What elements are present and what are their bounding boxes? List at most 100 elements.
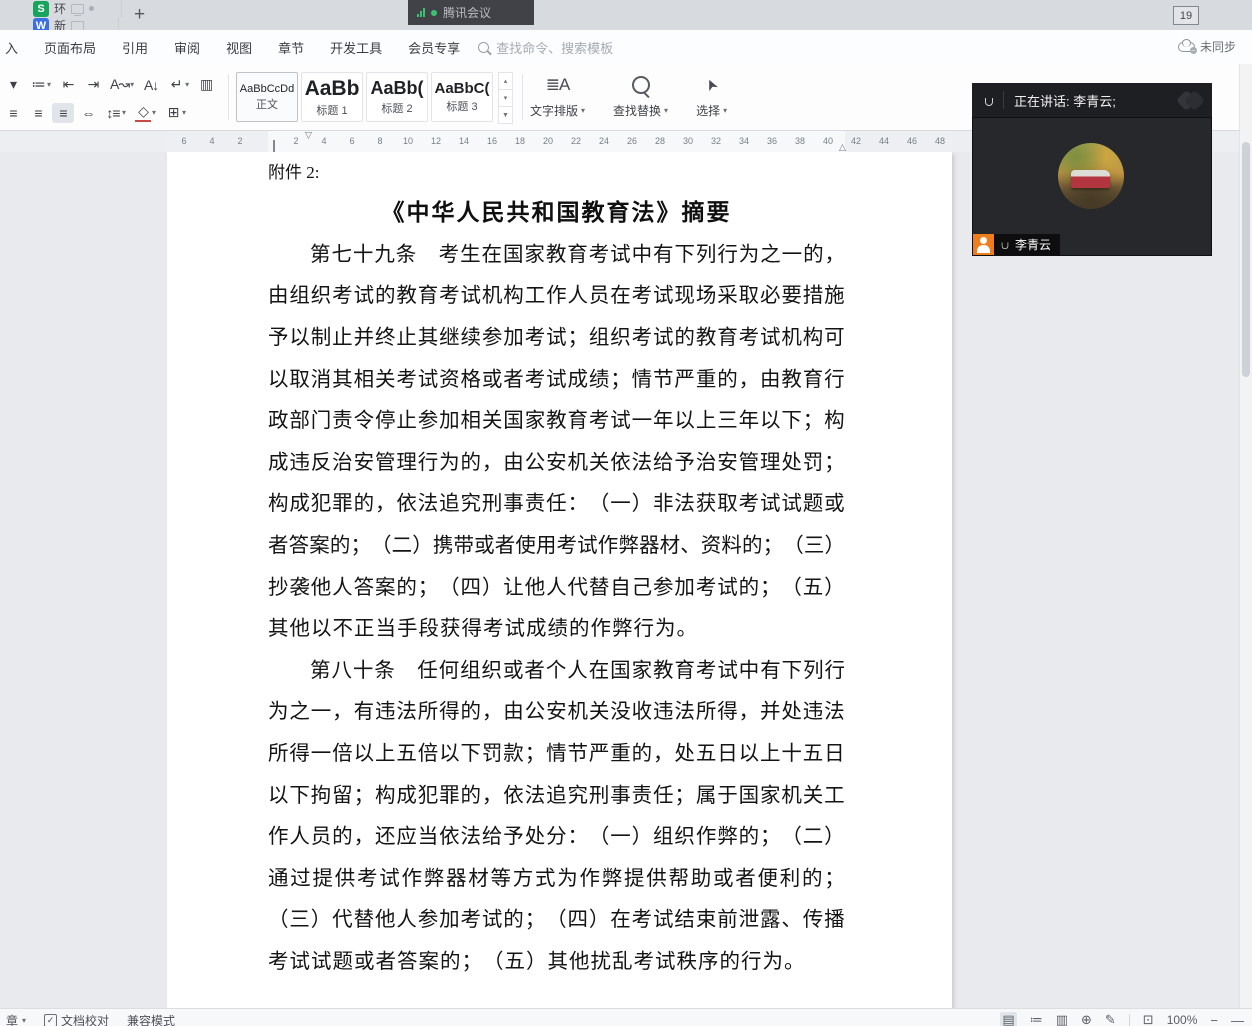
big-button-label: 查找替换 (613, 104, 662, 118)
chevron-down-icon: ▾ (664, 106, 669, 115)
gallery-arrow-icon[interactable]: ▼ (498, 106, 513, 124)
command-search[interactable]: 查找命令、搜索模板 (478, 38, 613, 57)
increase-indent-icon: ⇥ (87, 76, 100, 92)
document-canvas[interactable]: 附件 2: 《中华人民共和国教育法》摘要 第七十九条 考生在国家教育考试中有下列… (0, 152, 1240, 1008)
numbered-list-icon: ≔ (31, 76, 46, 92)
toolbar-button[interactable]: ≔ ▾ (27, 74, 54, 95)
speaking-status-label: 正在讲话: 李青云; (1014, 93, 1116, 109)
gallery-arrow-icon[interactable]: ▾ (498, 89, 513, 106)
document-title: 《中华人民共和国教育法》摘要 (381, 200, 732, 225)
tencent-meeting-floating-bar[interactable]: 腾讯会议 (408, 0, 534, 25)
book-view-icon[interactable]: ▥ (1056, 1012, 1068, 1026)
first-line-indent-marker[interactable]: ▽ (305, 131, 312, 140)
right-indent-marker[interactable]: △ (839, 143, 846, 152)
style-name: 标题 1 (316, 104, 348, 117)
align-right-icon: ≡ (34, 104, 42, 121)
document-line: 第七十九条 考生在国家教育考试中有下列行为之一的， (310, 243, 845, 266)
ruler-tick-label: 2 (237, 136, 243, 146)
vertical-scrollbar[interactable] (1239, 64, 1252, 1008)
menu-item[interactable]: 会员专享 (408, 38, 460, 57)
borders-icon: ⊞ (167, 104, 180, 120)
toolbar-button[interactable]: ⇔ ▾ (77, 103, 99, 123)
document-line: 成违反治安管理行为的，由公安机关依法给予治安管理处罚； (268, 451, 845, 474)
menu-item[interactable]: 章节 (278, 38, 304, 57)
status-bar: 章 ▾ ✓ 文档校对 兼容模式 ▤ ≔ ▥ ⊕ ✎ ⊡ 100% − — (0, 1008, 1252, 1026)
toolbar-button[interactable]: ≡ ▾ (2, 103, 24, 123)
gallery-arrow-icon[interactable]: ▴ (498, 72, 513, 89)
edit-pen-icon[interactable]: ✎ (1105, 1012, 1116, 1026)
zoom-out-button[interactable]: − (1210, 1013, 1218, 1026)
style-sample: AaBb (304, 76, 360, 100)
toolbar-button[interactable]: ↵ ▾ (165, 74, 192, 95)
gallery-scroll: ▴ ▾ ▼ (498, 72, 513, 124)
document-tab[interactable]: S 环 × (26, 0, 122, 17)
toolbar-button[interactable]: ◇ ▾ (132, 101, 159, 124)
menu-item[interactable]: 引用 (122, 38, 148, 57)
style-preset[interactable]: AaBb 标题 1 (301, 72, 363, 122)
ruler-tick-label: 18 (514, 136, 525, 146)
menu-item[interactable]: 入 (5, 38, 18, 57)
microphone-active-icon (984, 93, 994, 108)
menu-item[interactable]: 页面布局 (44, 38, 96, 57)
ruler-tick-label: 30 (682, 136, 693, 146)
style-preset[interactable]: AaBbCcDd 正文 (236, 72, 298, 122)
scrollbar-thumb[interactable] (1242, 142, 1250, 377)
chapter-navigation[interactable]: 章 ▾ (6, 1012, 26, 1026)
participant-name-tag: 李青云 (973, 234, 1061, 255)
style-preset[interactable]: AaBb( 标题 2 (366, 72, 428, 122)
meeting-video-tile[interactable]: 李青云 (972, 117, 1212, 256)
toolbar-divider (228, 74, 229, 120)
toolbar-button[interactable]: A↓ ▾ (140, 75, 162, 95)
style-preset[interactable]: AaBbC( 标题 3 (431, 72, 493, 122)
meeting-speaker-bar[interactable]: 正在讲话: 李青云; (972, 83, 1212, 117)
sync-status-label: 未同步 (1199, 40, 1236, 54)
menu-item[interactable]: 视图 (226, 38, 252, 57)
decrease-indent-icon: ⇤ (62, 76, 75, 92)
chevron-down-icon: ▾ (185, 80, 190, 89)
more-fragment-icon: ▾ (9, 76, 17, 92)
toolbar-button[interactable]: ⊞ ▾ (162, 102, 189, 123)
toolbar-button[interactable]: ⇥ ▾ (82, 74, 104, 95)
toolbar-button[interactable]: ↕≡ ▾ (102, 103, 129, 123)
style-sample: AaBb( (370, 78, 424, 98)
zoom-level[interactable]: 100% (1167, 1013, 1198, 1026)
chevron-down-icon: ▾ (182, 108, 187, 117)
toolbar-button[interactable]: ▥ ▾ (195, 74, 217, 95)
toolbar-big-button[interactable]: 选择 ▾ (696, 71, 727, 119)
microphone-icon (1001, 238, 1010, 251)
document-proofing[interactable]: ✓ 文档校对 (44, 1012, 109, 1026)
toolbar-button[interactable]: ▾ ▾ (2, 74, 24, 95)
menu-item[interactable]: 开发工具 (330, 38, 382, 57)
fit-page-icon[interactable]: ⊡ (1143, 1012, 1154, 1026)
line-spacing-icon: ↕≡ (106, 104, 120, 121)
document-line: 其他以不正当手段获得考试成绩的作弊行为。 (268, 618, 697, 641)
toolbar-button[interactable]: ≡ ▾ (52, 102, 74, 123)
menu-item[interactable]: 审阅 (174, 38, 200, 57)
document-line: 作人员的，还应当依法给予处分：（一）组织作弊的；（二） (268, 826, 845, 849)
zoom-slider[interactable]: — (1231, 1013, 1244, 1026)
proofing-check-icon: ✓ (44, 1014, 58, 1026)
outline-view-icon[interactable]: ≔ (1030, 1012, 1043, 1026)
toolbar-big-button[interactable]: 文字排版 ▾ (530, 71, 585, 119)
toolbar-button[interactable]: ⇤ ▾ (57, 74, 79, 95)
ruler-tick-label: 48 (934, 136, 945, 146)
new-tab-button[interactable]: + (122, 0, 157, 30)
chevron-down-icon: ▾ (581, 106, 586, 115)
ruler-tick-label: 16 (486, 136, 497, 146)
app-type-icon: S (33, 0, 49, 17)
page-view-icon[interactable]: ▤ (1000, 1012, 1017, 1026)
toolbar-big-button[interactable]: 查找替换 ▾ (613, 71, 668, 119)
web-view-icon[interactable]: ⊕ (1081, 1012, 1092, 1026)
toolbar-button[interactable]: A↝ ▾ (107, 74, 137, 95)
left-indent-marker[interactable] (263, 140, 275, 163)
tab-count-badge[interactable]: 19 (1173, 6, 1199, 25)
shading-icon: ◇ (135, 103, 152, 122)
document-page[interactable]: 附件 2: 《中华人民共和国教育法》摘要 第七十九条 考生在国家教育考试中有下列… (167, 152, 952, 1008)
ruler-tick-label: 12 (430, 136, 441, 146)
document-line: 所得一倍以上五倍以下罚款；情节严重的，处五日以上十五日 (268, 742, 845, 765)
document-line: 由组织考试的教育考试机构工作人员在考试现场采取必要措施 (268, 285, 845, 308)
divider (1003, 91, 1004, 109)
sync-status[interactable]: 未同步 (1177, 38, 1236, 55)
toolbar-button[interactable]: ≡ ▾ (27, 103, 49, 123)
style-sample: AaBbC( (434, 80, 490, 97)
